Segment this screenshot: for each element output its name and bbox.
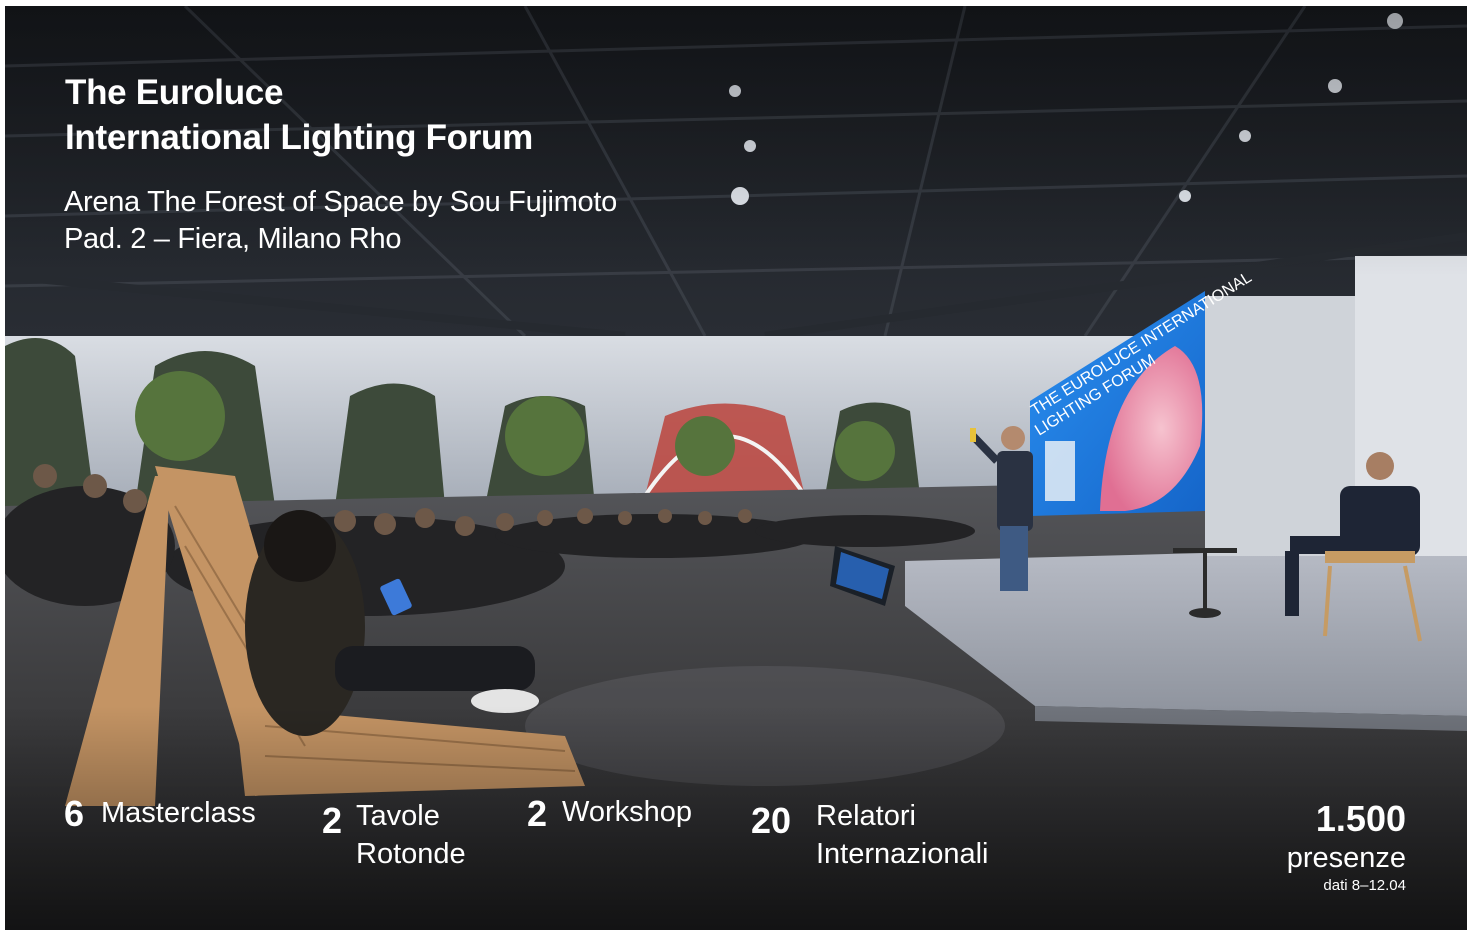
stat-relatori-number: 20	[751, 800, 792, 841]
stat-tavole-label: Tavole Rotonde	[356, 797, 466, 873]
stat-presenze-number: 1.500	[1315, 798, 1406, 839]
event-title: The Euroluce International Lighting Foru…	[65, 70, 533, 160]
hero-banner: THE EUROLUCE INTERNATIONAL LIGHTING FORU…	[5, 6, 1467, 930]
stat-tavole-label-line1: Tavole	[356, 800, 440, 832]
stat-tavole-number: 2	[322, 800, 343, 841]
stat-presenze-note: dati 8–12.04	[1323, 877, 1406, 894]
stat-workshop-label: Workshop	[562, 796, 693, 828]
stat-masterclass-number: 6	[64, 793, 85, 834]
stat-relatori-label-line1: Relatori	[816, 800, 916, 832]
stat-relatori-label-line2: Internazionali	[816, 838, 989, 870]
stat-presenze-label: presenze	[1286, 842, 1406, 874]
event-location-line1: Arena The Forest of Space by Sou Fujimot…	[64, 186, 617, 218]
stat-workshop-number: 2	[527, 793, 548, 834]
stat-relatori-label: Relatori Internazionali	[816, 797, 989, 873]
stat-tavole-label-line2: Rotonde	[356, 838, 466, 870]
stat-presenze: 1.500 presenze dati 8–12.04	[1287, 799, 1406, 895]
event-location: Arena The Forest of Space by Sou Fujimot…	[64, 184, 617, 258]
event-location-line2: Pad. 2 – Fiera, Milano Rho	[64, 223, 402, 255]
event-title-line2: International Lighting Forum	[65, 118, 533, 157]
event-title-line1: The Euroluce	[65, 73, 284, 112]
stat-masterclass-label: Masterclass	[101, 797, 256, 829]
